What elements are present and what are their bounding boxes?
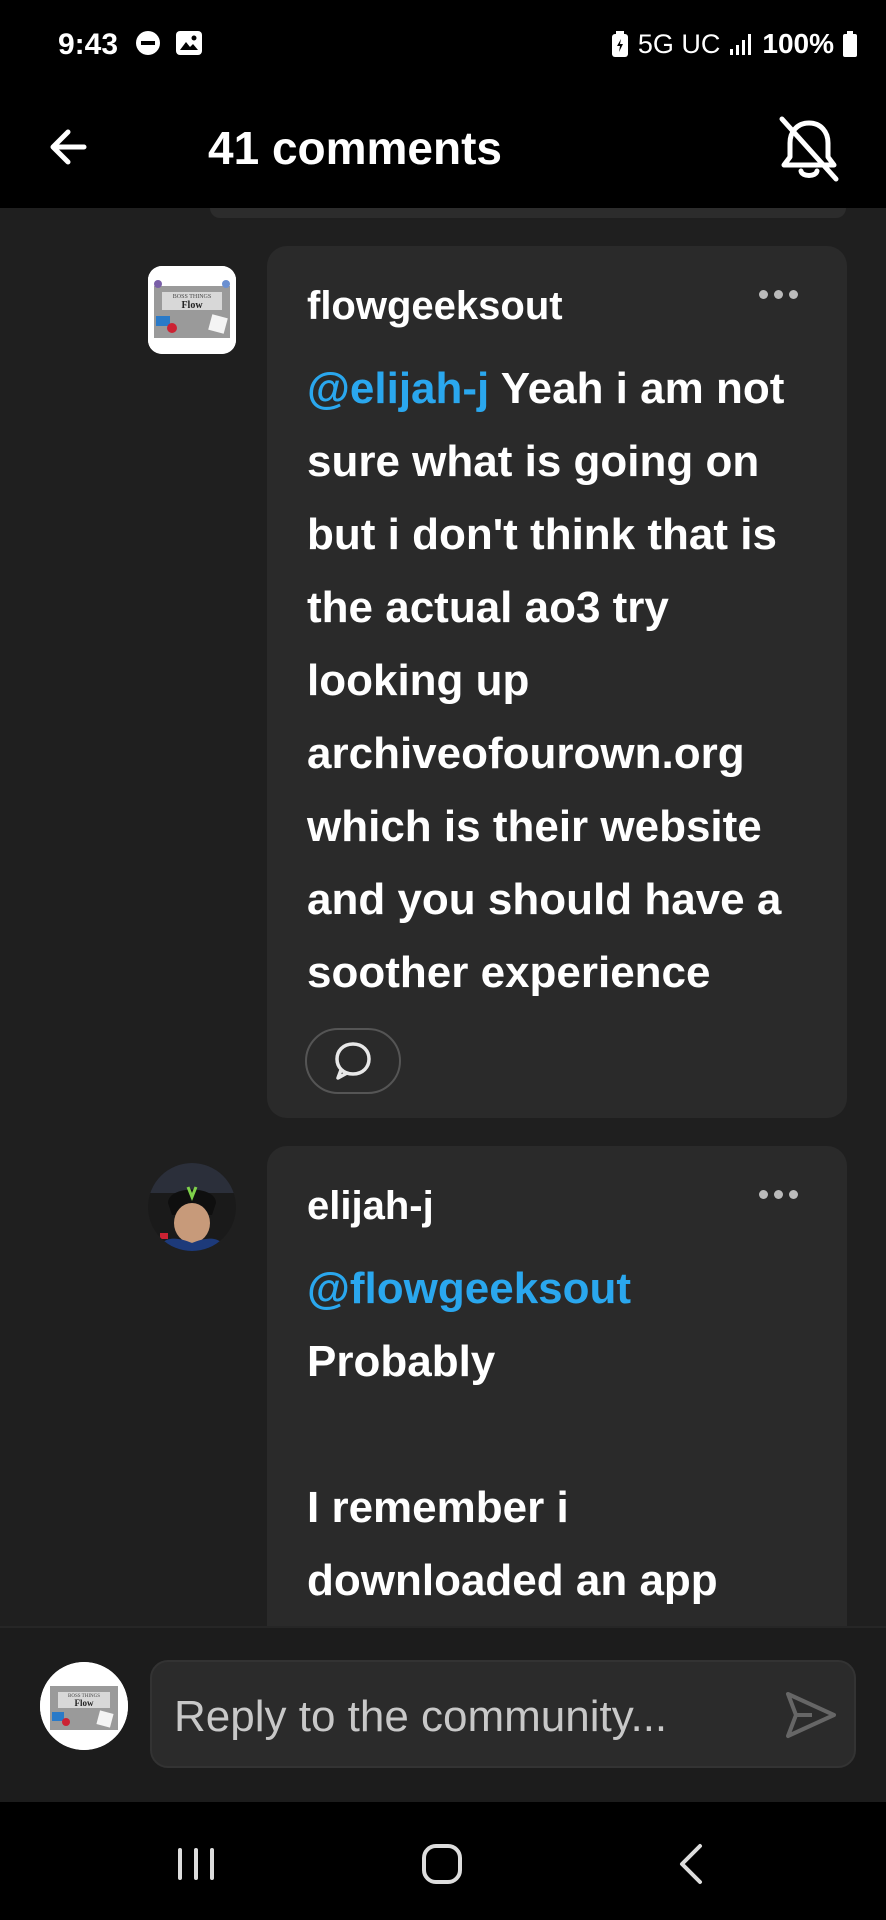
status-bar: 9:43 5G UC 100% <box>0 0 886 95</box>
battery-icon <box>843 31 857 57</box>
comment-text: Probably I remember i downloaded an app <box>307 1337 718 1605</box>
more-options-icon[interactable] <box>759 1188 801 1202</box>
status-time: 9:43 <box>58 28 119 61</box>
send-icon[interactable] <box>782 1686 840 1744</box>
system-nav-bar <box>0 1802 886 1920</box>
reply-button[interactable] <box>305 1028 401 1094</box>
user-photo-avatar <box>148 1163 236 1251</box>
top-app-bar: 41 comments <box>0 95 886 208</box>
comment-author[interactable]: flowgeeksout <box>307 284 563 329</box>
mention-link[interactable]: @flowgeeksout <box>307 1264 631 1313</box>
page-title: 41 comments <box>208 122 503 174</box>
network-label: 5G UC <box>637 28 721 59</box>
comment-card: elijah-j @flowgeeksout Probably I rememb… <box>267 1146 847 1626</box>
comment-card: flowgeeksout @elijah-j Yeah i am not sur… <box>267 246 847 1118</box>
comment-author[interactable]: elijah-j <box>307 1184 434 1229</box>
signal-icon <box>730 34 752 55</box>
reply-placeholder: Reply to the community... <box>174 1692 668 1741</box>
mention-link[interactable]: @elijah-j <box>307 364 489 413</box>
do-not-disturb-icon <box>136 31 160 55</box>
back-nav-icon[interactable] <box>662 1836 722 1892</box>
flow-logo-avatar: BOSS THINGS Flow <box>40 1662 128 1750</box>
avatar[interactable] <box>148 1163 236 1251</box>
battery-percent: 100% <box>762 28 834 59</box>
flow-logo-avatar: BOSS THINGS Flow <box>148 266 236 354</box>
home-icon[interactable] <box>412 1836 472 1892</box>
avatar[interactable]: BOSS THINGS Flow <box>148 266 236 354</box>
reply-composer: BOSS THINGS Flow Reply to the community.… <box>0 1626 886 1804</box>
image-icon <box>176 31 202 55</box>
current-user-avatar[interactable]: BOSS THINGS Flow <box>40 1662 128 1750</box>
recent-apps-icon[interactable] <box>166 1836 226 1892</box>
speech-bubble-icon <box>335 1042 371 1080</box>
previous-comment-edge <box>210 208 846 218</box>
back-arrow-icon[interactable] <box>40 117 100 177</box>
svg-text:Flow: Flow <box>181 300 203 311</box>
reply-input[interactable]: Reply to the community... <box>150 1660 856 1768</box>
comment-body: @elijah-j Yeah i am not sure what is goi… <box>307 352 827 1009</box>
battery-saver-icon <box>611 31 628 57</box>
comment-body: @flowgeeksout Probably I remember i down… <box>307 1252 827 1617</box>
notifications-off-icon[interactable] <box>770 111 848 187</box>
svg-text:Flow: Flow <box>75 1698 94 1708</box>
more-options-icon[interactable] <box>759 288 801 302</box>
comment-text: Yeah i am not sure what is going on but … <box>307 364 797 997</box>
comments-list[interactable]: BOSS THINGS Flow flowgeeksout @elijah-j … <box>0 208 886 1626</box>
